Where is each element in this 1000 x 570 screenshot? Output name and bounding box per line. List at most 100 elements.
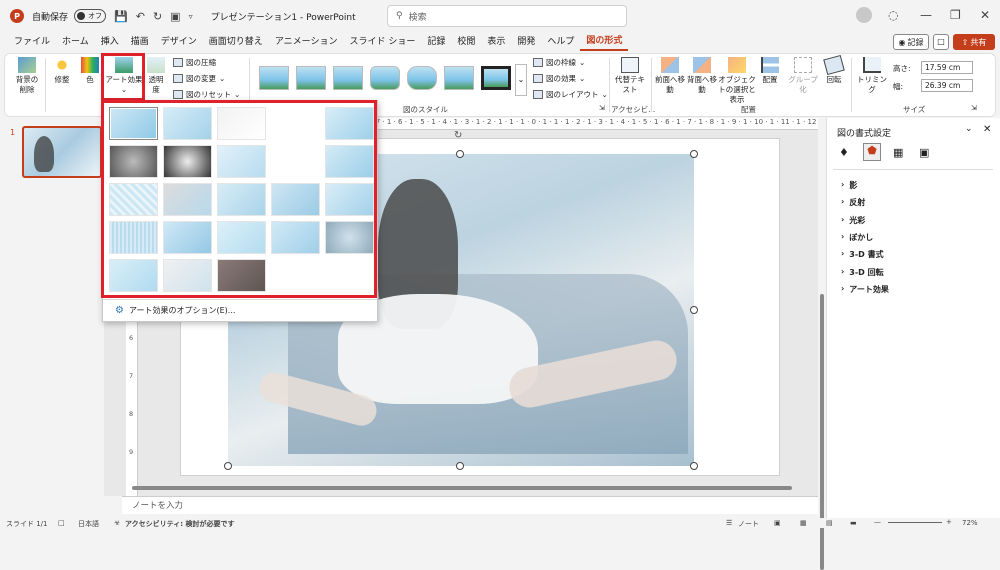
minimize-icon[interactable]: — <box>920 8 932 22</box>
redo-icon[interactable]: ↻ <box>153 10 162 23</box>
picture-effects-button[interactable]: 図の効果 ⌄ <box>533 73 585 84</box>
picture-style-thumb[interactable] <box>407 66 437 90</box>
chevron-down-icon[interactable]: ⌄ <box>965 124 973 134</box>
corrections-button[interactable]: 修整 <box>51 57 73 85</box>
save-icon[interactable]: 💾 <box>114 10 128 23</box>
pane-section[interactable]: › 3-D 書式 <box>841 249 884 260</box>
send-backward-button[interactable]: 背面へ移動 <box>687 57 717 95</box>
menu-tab[interactable]: 校閲 <box>451 32 481 52</box>
picture-style-thumb[interactable] <box>296 66 326 90</box>
menu-tab[interactable]: アニメーション <box>269 32 344 52</box>
lightbulb-icon[interactable]: ◌ <box>888 8 898 22</box>
transparency-button[interactable]: 透明度 <box>145 57 167 95</box>
comment-button[interactable]: □ <box>933 34 949 50</box>
group-objects-icon <box>794 57 812 73</box>
color-button[interactable]: 色 <box>81 57 99 85</box>
spelling-icon[interactable]: □ <box>58 519 65 527</box>
avatar[interactable] <box>856 7 872 23</box>
close-icon[interactable]: ✕ <box>983 124 991 135</box>
picture-style-thumb[interactable] <box>333 66 363 90</box>
alt-text-button[interactable]: 代替テキスト <box>615 57 645 95</box>
normal-view-icon[interactable]: ▣ <box>774 519 781 527</box>
chevron-down-icon: ⌄ <box>219 74 226 83</box>
pane-section[interactable]: › ぼかし <box>841 232 873 243</box>
horizontal-scrollbar[interactable] <box>122 484 812 492</box>
menu-tab[interactable]: スライド ショー <box>343 32 421 52</box>
zoom-slider[interactable] <box>888 522 942 523</box>
pane-section[interactable]: › アート効果 <box>841 284 889 295</box>
present-icon[interactable]: ▣ <box>170 10 180 23</box>
reset-picture-button[interactable]: 図のリセット ⌄ <box>173 89 240 100</box>
picture-tab-icon[interactable]: ▣ <box>919 146 929 159</box>
slide-number: 1 <box>10 128 16 137</box>
rotate-handle-icon[interactable]: ↻ <box>454 130 462 141</box>
bring-forward-button[interactable]: 前面へ移動 <box>655 57 685 95</box>
autosave-toggle[interactable]: オフ <box>74 9 107 23</box>
customize-qat-icon[interactable]: ▿ <box>189 12 193 21</box>
change-picture-button[interactable]: 図の変更 ⌄ <box>173 73 225 84</box>
restore-icon[interactable]: ❐ <box>950 8 961 22</box>
height-input[interactable]: 17.59 cm <box>921 61 973 74</box>
pane-section[interactable]: › 反射 <box>841 197 865 208</box>
resize-handle[interactable] <box>456 150 464 158</box>
fill-line-icon[interactable]: ♦ <box>839 146 849 159</box>
picture-border-button[interactable]: 図の枠線 ⌄ <box>533 57 585 68</box>
reading-view-icon[interactable]: ▤ <box>826 519 833 527</box>
pane-section[interactable]: › 3-D 回転 <box>841 267 884 278</box>
menu-tab[interactable]: デザイン <box>155 32 203 52</box>
menu-tab[interactable]: 描画 <box>125 32 155 52</box>
accessibility-status[interactable]: アクセシビリティ: 検討が必要です <box>125 519 234 528</box>
menu-tab[interactable]: ヘルプ <box>541 32 580 52</box>
language[interactable]: 日本語 <box>78 519 99 528</box>
styles-more-icon[interactable]: ⌄ <box>515 64 527 96</box>
effects-tab-icon[interactable]: ⬟ <box>863 143 881 161</box>
zoom-out-icon[interactable]: — <box>874 518 881 526</box>
rotate-button[interactable]: 回転 <box>823 54 845 85</box>
search-box[interactable]: ⚲ 検索 <box>387 5 627 27</box>
align-button[interactable]: 配置 <box>759 57 781 85</box>
undo-icon[interactable]: ↶ <box>136 10 145 23</box>
menu-tab[interactable]: 表示 <box>481 32 511 52</box>
resize-handle[interactable] <box>690 150 698 158</box>
menu-tab[interactable]: 画面切り替え <box>203 32 269 52</box>
resize-handle[interactable] <box>456 462 464 470</box>
menu-tab[interactable]: 挿入 <box>95 32 125 52</box>
picture-style-thumb[interactable] <box>481 66 511 90</box>
dialog-launcher-icon[interactable]: ⇲ <box>599 104 605 112</box>
remove-background-button[interactable]: 背景の削除 <box>13 57 41 95</box>
slide-sorter-icon[interactable]: ▦ <box>800 519 807 527</box>
share-button[interactable]: ⇧ 共有 <box>953 34 995 50</box>
menu-tab[interactable]: 図の形式 <box>580 33 629 51</box>
menu-tab[interactable]: 開発 <box>511 32 541 52</box>
picture-style-thumb[interactable] <box>370 66 400 90</box>
size-launcher-icon[interactable]: ⇲ <box>971 104 977 112</box>
resize-handle[interactable] <box>224 462 232 470</box>
selection-pane-button[interactable]: オブジェクトの選択と表示 <box>717 57 757 105</box>
resize-handle[interactable] <box>690 462 698 470</box>
pane-section[interactable]: › 光彩 <box>841 215 865 226</box>
menu-tab[interactable]: ホーム <box>56 32 95 52</box>
slideshow-icon[interactable]: ▬ <box>850 519 857 527</box>
compress-pictures-button[interactable]: 図の圧縮 <box>173 57 216 68</box>
vertical-scrollbar[interactable] <box>818 118 826 570</box>
picture-style-thumb[interactable] <box>259 66 289 90</box>
pane-section[interactable]: › 影 <box>841 180 857 191</box>
zoom-level[interactable]: 72% <box>962 519 978 527</box>
slide-thumbnail[interactable] <box>22 126 102 178</box>
menu-tab[interactable]: ファイル <box>8 32 56 52</box>
crop-button[interactable]: トリミング <box>855 57 889 95</box>
width-input[interactable]: 26.39 cm <box>921 79 973 92</box>
record-button[interactable]: ◉ 記録 <box>893 34 929 50</box>
size-properties-icon[interactable]: ▦ <box>893 146 903 159</box>
close-icon[interactable]: ✕ <box>980 8 990 22</box>
menu-tab[interactable]: 記録 <box>421 32 451 52</box>
zoom-in-icon[interactable]: + <box>946 518 952 526</box>
picture-layout-button[interactable]: 図のレイアウト ⌄ <box>533 89 608 100</box>
resize-handle[interactable] <box>690 306 698 314</box>
notes-toggle[interactable]: ノート <box>738 519 759 528</box>
notes-pane[interactable]: ノートを入力 <box>122 496 818 514</box>
picture-style-thumb[interactable] <box>444 66 474 90</box>
group-objects-button[interactable]: グループ化 <box>785 57 821 95</box>
transparency-icon <box>147 57 165 73</box>
art-effects-options-menu-item[interactable]: ⚙ アート効果のオプション(E)... <box>115 305 235 316</box>
